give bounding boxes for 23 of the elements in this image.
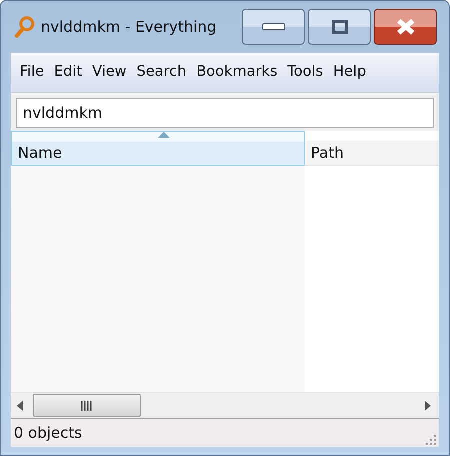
close-button[interactable]	[374, 9, 437, 45]
magnifier-icon	[14, 16, 36, 38]
scrollbar-thumb[interactable]	[33, 394, 141, 417]
sort-arrow-icon	[158, 132, 170, 138]
column-header[interactable]: Name	[11, 131, 305, 166]
maximize-button[interactable]	[308, 9, 371, 45]
close-icon	[396, 18, 416, 36]
menu-item[interactable]: View	[87, 62, 132, 84]
window-title: nvlddmkm - Everything	[41, 16, 217, 38]
menu-item[interactable]: Bookmarks	[192, 62, 283, 84]
minimize-button[interactable]	[242, 9, 305, 45]
scroll-left-icon[interactable]	[17, 400, 25, 410]
minimize-icon	[262, 23, 286, 31]
menu-item[interactable]: File	[15, 62, 50, 84]
menu-item[interactable]: Search	[132, 62, 192, 84]
menu-item[interactable]: Tools	[282, 62, 328, 84]
search-field[interactable]: nvlddmkm	[16, 98, 434, 128]
scroll-right-icon[interactable]	[423, 400, 431, 410]
status-text: 0 objects	[14, 422, 82, 444]
menu-item[interactable]: Help	[328, 62, 372, 84]
maximize-icon	[332, 20, 348, 34]
resize-grip-icon[interactable]	[426, 435, 436, 445]
menu-item[interactable]: Edit	[49, 62, 88, 84]
